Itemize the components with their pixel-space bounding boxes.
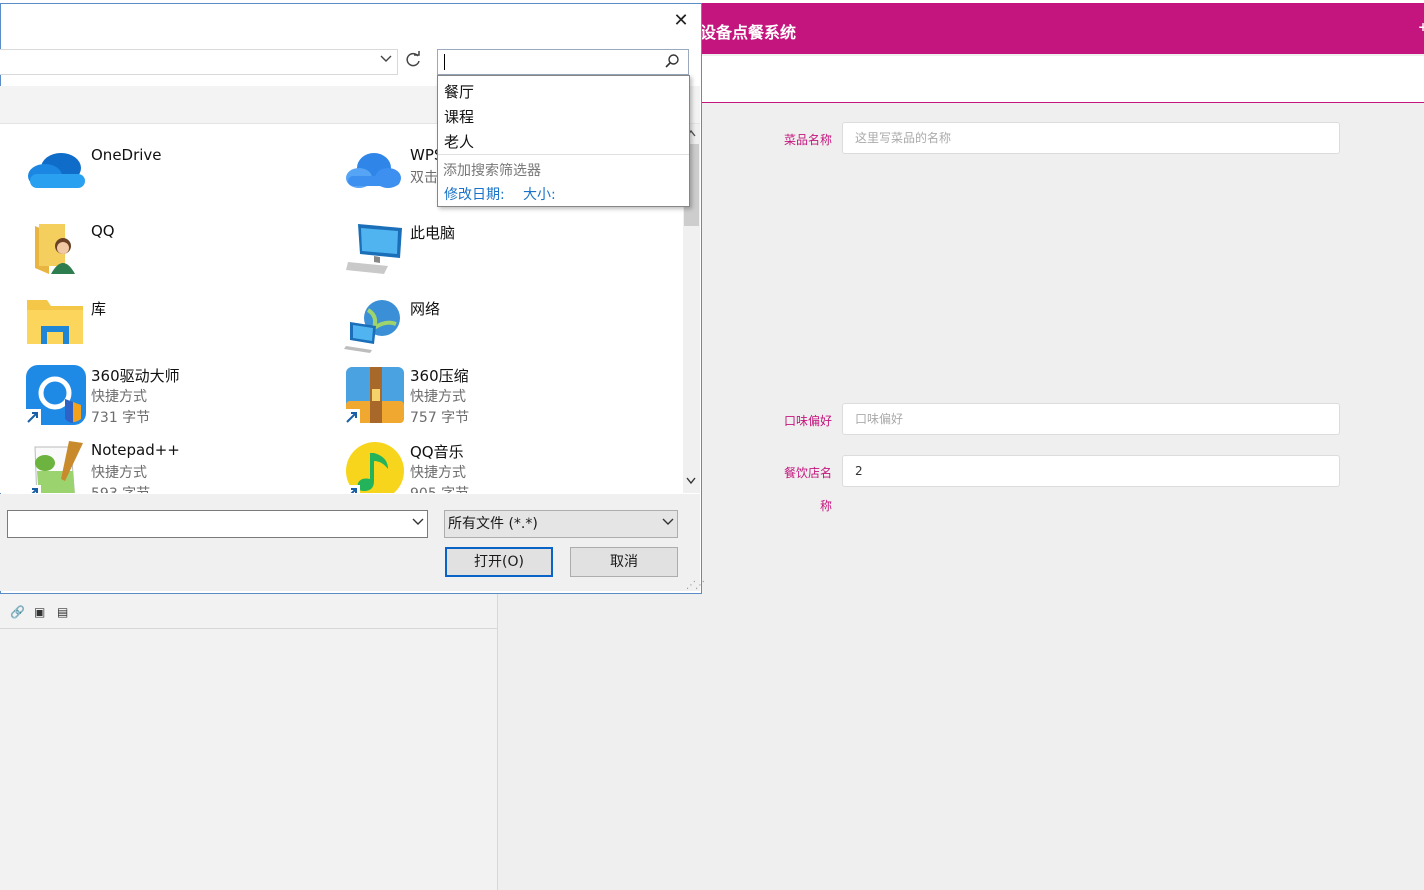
suggestion-item[interactable]: 老人 (444, 131, 474, 152)
driver-master-icon (25, 365, 87, 427)
file-type-select[interactable]: 所有文件 (*.*) (444, 510, 678, 538)
header-menu-icon[interactable]: + (1418, 20, 1424, 34)
item-type: 快捷方式 (410, 389, 466, 405)
computer-icon (344, 222, 406, 284)
wps-cloud-icon (344, 146, 406, 208)
divider (438, 154, 689, 155)
image-icon[interactable]: ▣ (34, 605, 45, 619)
refresh-icon[interactable] (403, 51, 423, 73)
open-button[interactable]: 打开(O) (445, 547, 553, 577)
item-name: OneDrive (91, 146, 162, 164)
close-icon[interactable]: ✕ (671, 10, 691, 32)
network-icon (344, 298, 406, 360)
item-name: 网络 (410, 300, 441, 318)
text-caret (444, 54, 445, 70)
item-name: 360驱动大师 (91, 367, 180, 385)
cancel-button[interactable]: 取消 (570, 547, 678, 577)
item-size: 757 字节 (410, 410, 470, 426)
item-type: 快捷方式 (91, 389, 147, 405)
user-folder-icon (25, 222, 87, 284)
item-name: QQ音乐 (410, 443, 464, 461)
suggestion-item[interactable]: 餐厅 (444, 81, 474, 102)
restaurant-label: 餐饮店名 (783, 466, 832, 480)
chevron-down-icon[interactable] (412, 515, 424, 530)
item-name: 360压缩 (410, 367, 469, 385)
scroll-down-icon[interactable] (686, 475, 696, 488)
item-name: 此电脑 (410, 224, 456, 242)
resize-grip-icon[interactable]: ⋰⋰ (686, 580, 705, 591)
chevron-down-icon[interactable] (662, 515, 674, 530)
item-name: 库 (91, 300, 107, 318)
restaurant-label-wrap: 称 (819, 499, 832, 513)
app-subbar (700, 56, 1424, 103)
rich-text-editor[interactable] (0, 594, 498, 890)
link-icon[interactable]: 🔗 (10, 605, 25, 619)
notepad-plus-icon (25, 441, 87, 493)
search-input[interactable] (437, 49, 689, 75)
restaurant-input[interactable]: 2 (842, 455, 1340, 487)
item-type: 快捷方式 (410, 465, 466, 481)
taste-label: 口味偏好 (783, 414, 832, 428)
qq-music-icon (344, 441, 406, 493)
filename-input[interactable] (7, 510, 428, 538)
search-icon[interactable] (664, 53, 680, 69)
suggestion-item[interactable]: 课程 (444, 106, 474, 127)
editor-toolbar (0, 594, 497, 629)
onedrive-cloud-icon (25, 146, 87, 208)
filter-size[interactable]: 大小: (523, 184, 556, 204)
item-type: 双击 (410, 170, 438, 186)
item-name: QQ (91, 222, 115, 240)
item-type: 快捷方式 (91, 465, 147, 481)
taste-input[interactable]: 口味偏好 (842, 403, 1340, 435)
library-folder-icon (25, 298, 87, 360)
item-size: 905 字节 (410, 483, 469, 493)
zip-archive-icon (344, 365, 406, 427)
item-size: 593 字节 (91, 483, 150, 493)
filter-hint: 添加搜索筛选器 (443, 163, 541, 179)
filter-modified-date[interactable]: 修改日期: (444, 184, 505, 204)
item-size: 731 字节 (91, 410, 151, 426)
item-name: Notepad++ (91, 441, 180, 459)
address-bar[interactable] (0, 49, 398, 75)
video-icon[interactable]: ▤ (57, 605, 68, 619)
chevron-down-icon[interactable] (380, 52, 392, 67)
dish-name-input[interactable]: 这里写菜品的名称 (842, 122, 1340, 154)
dish-name-label: 菜品名称 (783, 133, 832, 147)
app-title: 设备点餐系统 (700, 23, 796, 42)
